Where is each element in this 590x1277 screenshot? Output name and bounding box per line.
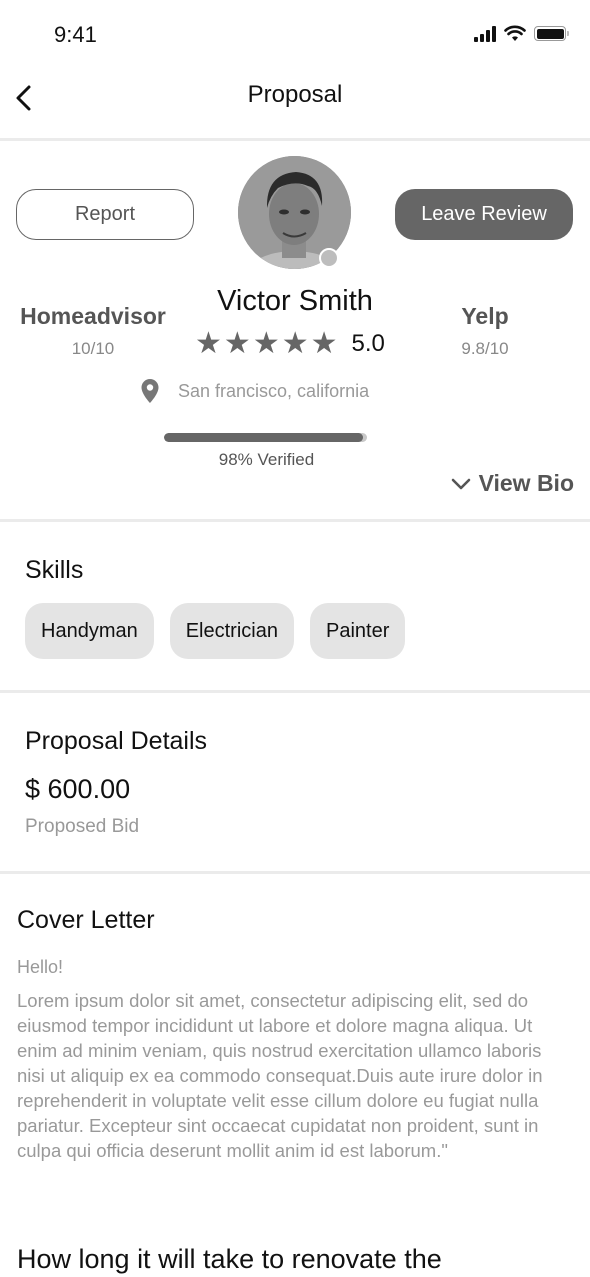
signal-icon	[474, 25, 496, 42]
map-pin-icon	[141, 379, 159, 403]
wifi-icon	[504, 25, 526, 41]
star-icon: ★	[195, 327, 222, 360]
skills-divider	[0, 690, 590, 693]
rating-value: 5.0	[351, 330, 385, 357]
header-divider	[0, 138, 590, 141]
page-title: Proposal	[247, 81, 343, 108]
details-divider	[0, 871, 590, 874]
star-icon: ★	[223, 327, 251, 360]
star-icon: ★	[310, 327, 338, 360]
skills-list: Handyman Electrician Painter	[25, 603, 406, 659]
skill-chip[interactable]: Handyman	[25, 603, 154, 659]
profile-divider	[0, 519, 590, 522]
skills-title: Skills	[25, 556, 84, 584]
score-value: 10/10	[71, 339, 115, 358]
status-time: 9:41	[54, 22, 97, 47]
proposed-bid-amount: $ 600.00	[25, 774, 131, 804]
proposed-bid-label: Proposed Bid	[25, 816, 140, 837]
verification-label: 98% Verified	[218, 450, 315, 469]
cover-letter-greeting: Hello!	[17, 957, 64, 977]
rating: ★ ★ ★ ★ ★ 5.0	[195, 327, 385, 361]
location-text: San francisco, california	[178, 380, 370, 401]
skill-chip[interactable]: Painter	[309, 603, 406, 659]
report-button[interactable]: Report	[16, 189, 194, 240]
cover-letter-title: Cover Letter	[17, 906, 155, 934]
cover-letter-body: Lorem ipsum dolor sit amet, consectetur …	[17, 990, 543, 1161]
leave-review-button[interactable]: Leave Review	[395, 189, 573, 240]
status-bar: 9:41	[0, 0, 590, 70]
star-icon: ★	[252, 327, 280, 360]
star-rating: ★ ★ ★ ★ ★	[195, 327, 338, 361]
view-bio-label: View Bio	[478, 470, 574, 496]
location: San francisco, california	[140, 378, 369, 404]
verification-progress-bar	[164, 433, 367, 442]
status-icons	[474, 25, 569, 42]
skill-chip[interactable]: Electrician	[169, 603, 294, 659]
score-source: Yelp	[461, 303, 509, 329]
view-bio-button[interactable]: View Bio	[451, 470, 574, 497]
score-yelp: Yelp 9.8/10	[415, 303, 555, 359]
verification-progress-fill	[164, 433, 363, 442]
battery-icon	[534, 26, 569, 41]
question-title: How long it will take to renovate the	[17, 1244, 442, 1274]
star-icon: ★	[281, 327, 309, 360]
chevron-down-icon	[451, 478, 470, 489]
proposal-details-title: Proposal Details	[25, 727, 208, 755]
online-status-dot	[319, 248, 339, 268]
score-value: 9.8/10	[461, 339, 509, 358]
